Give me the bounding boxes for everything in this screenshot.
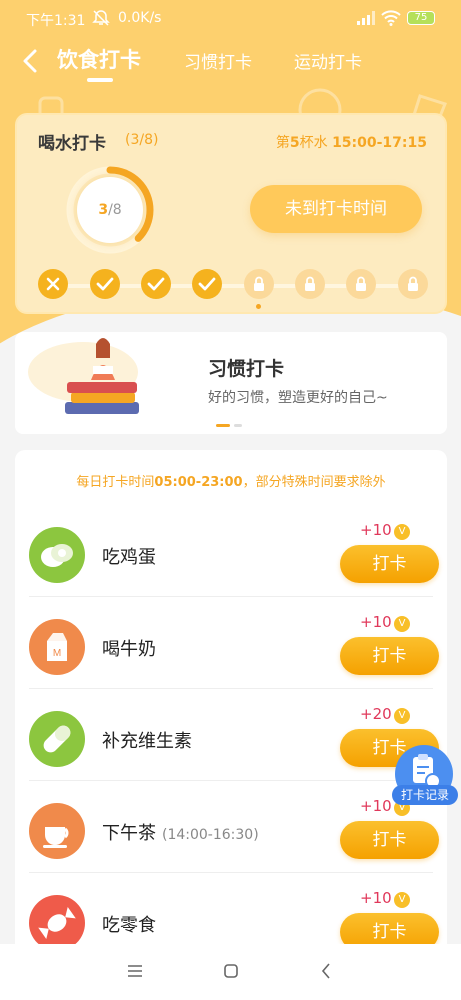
item-name: 下午茶 (14:00-16:30) [102, 823, 259, 844]
slot-locked-icon [346, 269, 376, 299]
item-points: +10 [360, 889, 392, 907]
list-item: 下午茶 (14:00-16:30) +10 V 打卡 [15, 781, 447, 873]
list-item: 补充维生素 +20 V 打卡 [15, 689, 447, 781]
banner-indicator [234, 424, 242, 427]
candy-icon [29, 895, 85, 951]
checkin-button[interactable]: 打卡 [340, 545, 439, 583]
water-checkin-card: 喝水打卡 (3/8) 第5杯水 15:00-17:15 3/8 未到打卡时间 [15, 113, 447, 314]
back-icon[interactable] [320, 962, 332, 980]
reading-girl-illustration [28, 338, 139, 414]
next-cup-info: 第5杯水 15:00-17:15 [275, 135, 427, 151]
diet-checkin-list: 每日打卡时间05:00-23:00，部分特殊时间要求除外 吃鸡蛋 +10 V 打卡 M 喝… [15, 450, 447, 970]
item-name: 补充维生素 [102, 731, 192, 752]
home-icon[interactable] [223, 963, 239, 979]
item-name: 吃零食 [102, 915, 156, 936]
checkin-button[interactable]: 打卡 [340, 637, 439, 675]
status-time: 下午1:31 [26, 13, 86, 29]
checkin-time-tip: 每日打卡时间05:00-23:00，部分特殊时间要求除外 [76, 475, 386, 490]
system-nav-bar [0, 944, 461, 1000]
list-item: M 喝牛奶 +10 V 打卡 [15, 597, 447, 689]
slot-locked-icon [398, 269, 428, 299]
tab-habit[interactable]: 习惯打卡 [184, 48, 252, 73]
progress-text: 3/8 [77, 177, 143, 243]
menu-icon[interactable] [127, 964, 143, 978]
slot-locked-icon [295, 269, 325, 299]
slot-done-icon [90, 269, 120, 299]
slot-missed-icon [38, 269, 68, 299]
back-arrow-icon[interactable] [20, 48, 42, 78]
teacup-icon [29, 803, 85, 859]
water-count: (3/8) [125, 132, 159, 148]
top-nav: 饮食打卡 习惯打卡 运动打卡 [0, 40, 461, 84]
signal-icon [357, 11, 375, 29]
checkin-record-button[interactable]: 打卡记录 [392, 745, 458, 807]
checkin-record-label: 打卡记录 [392, 785, 458, 805]
checkin-button[interactable]: 打卡 [340, 821, 439, 859]
mute-icon [92, 9, 110, 31]
water-title: 喝水打卡 [38, 134, 106, 154]
water-checkin-button[interactable]: 未到打卡时间 [250, 185, 422, 233]
slot-done-icon [192, 269, 222, 299]
item-time: (14:00-16:30) [162, 827, 259, 843]
item-name: 吃鸡蛋 [102, 547, 156, 568]
water-progress-ring: 3/8 [65, 165, 155, 255]
item-points: +10 [360, 521, 392, 539]
coin-icon: V [394, 708, 410, 724]
item-points: +10 [360, 613, 392, 631]
item-points: +10 [360, 797, 392, 815]
wifi-icon [381, 10, 401, 30]
egg-icon [29, 527, 85, 583]
item-name: 喝牛奶 [102, 639, 156, 660]
banner-title: 习惯打卡 [208, 358, 285, 380]
coin-icon: V [394, 616, 410, 632]
list-item: 吃鸡蛋 +10 V 打卡 [15, 505, 447, 597]
habit-banner[interactable]: 习惯打卡 好的习惯，塑造更好的自己~ [15, 332, 447, 434]
pill-icon [29, 711, 85, 767]
status-bar: 下午1:31 0.0K/s 75 [0, 0, 461, 38]
battery-icon: 75 [407, 11, 435, 25]
banner-subtitle: 好的习惯，塑造更好的自己~ [208, 390, 388, 406]
network-speed: 0.0K/s [118, 10, 162, 26]
coin-icon: V [394, 892, 410, 908]
banner-indicator-active [216, 424, 230, 427]
tab-diet[interactable]: 饮食打卡 [57, 44, 141, 74]
active-tab-indicator [87, 78, 113, 82]
coin-icon: V [394, 524, 410, 540]
current-slot-marker [256, 304, 261, 309]
slot-done-icon [141, 269, 171, 299]
svg-text:M: M [53, 648, 61, 659]
slot-locked-icon [244, 269, 274, 299]
item-points: +20 [360, 705, 392, 723]
tab-exercise[interactable]: 运动打卡 [294, 48, 362, 73]
milk-icon: M [29, 619, 85, 675]
